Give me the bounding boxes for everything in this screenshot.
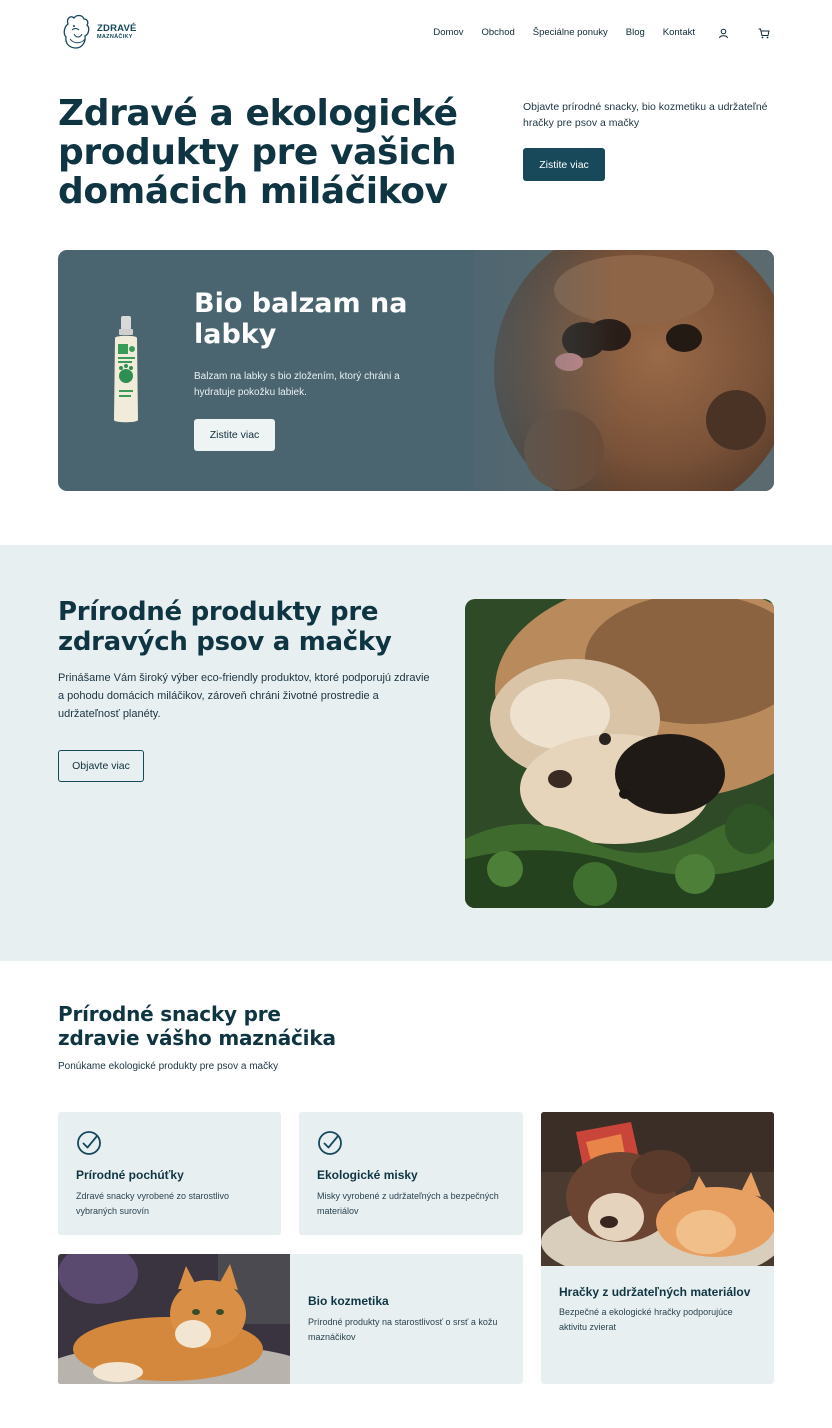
card-description: Zdravé snacky vyrobené zo starostlivo vy…: [76, 1191, 230, 1216]
card-title: Hračky z udržateľných materiálov: [559, 1285, 751, 1299]
balm-bottle-image: [114, 316, 138, 423]
card-description: Prírodné produkty na starostlivosť o srs…: [308, 1317, 498, 1342]
hero-title: Zdravé a ekologické produkty pre vašich …: [58, 93, 458, 212]
brand-name: ZDRAVÉ: [97, 22, 137, 34]
dog-and-cat-sleeping-photo: [541, 1112, 774, 1282]
nav-item-domov[interactable]: Domov: [433, 27, 463, 38]
nav-item-obchod[interactable]: Obchod: [481, 27, 514, 38]
feature-card-bio-cosmetics[interactable]: Bio kozmetika Prírodné produkty na staro…: [58, 1254, 523, 1384]
card-title: Bio kozmetika: [308, 1294, 389, 1308]
hero-description: Objavte prírodné snacky, bio kozmetiku a…: [523, 101, 768, 129]
dog-logo-icon: [63, 14, 90, 49]
check-circle-icon: [77, 1131, 101, 1155]
promo-banner: Bio balzam na labky Balzam na labky s bi…: [58, 250, 774, 491]
nav-item-specialne-ponuky[interactable]: Špeciálne ponuky: [533, 27, 608, 38]
nav-item-kontakt[interactable]: Kontakt: [663, 27, 695, 38]
brand-logo[interactable]: ZDRAVÉ MAZNÁČIKY: [62, 12, 137, 52]
banner-description: Balzam na labky s bio zložením, ktorý ch…: [194, 371, 400, 398]
cat-and-dog-photo: [465, 599, 774, 908]
banner-title: Bio balzam na labky: [194, 288, 408, 350]
banner-cta-button[interactable]: Zistite viac: [194, 419, 275, 451]
natural-products-section: Prírodné produkty pre zdravých psov a ma…: [0, 545, 832, 961]
cart-icon[interactable]: [757, 26, 771, 40]
card-title: Prírodné pochúťky: [76, 1168, 184, 1182]
snacks-title: Prírodné snacky pre zdravie vášho maznáč…: [58, 1002, 336, 1050]
natural-description: Prinášame Vám široký výber eco-friendly …: [58, 672, 430, 720]
hero-cta-button[interactable]: Zistite viac: [523, 148, 605, 181]
feature-card-eco-bowls[interactable]: Ekologické misky Misky vyrobené z udržat…: [299, 1112, 523, 1235]
card-title: Ekologické misky: [317, 1168, 418, 1182]
natural-cta-button[interactable]: Objavte viac: [58, 750, 144, 782]
user-icon[interactable]: [716, 26, 730, 40]
site-header: ZDRAVÉ MAZNÁČIKY Domov Obchod Špeciálne …: [0, 0, 832, 68]
snacks-description: Ponúkame ekologické produkty pre psov a …: [58, 1061, 279, 1072]
ginger-cat-photo: [58, 1254, 318, 1384]
nav-item-blog[interactable]: Blog: [626, 27, 645, 38]
brand-subname: MAZNÁČIKY: [97, 34, 133, 40]
feature-card-natural-treats[interactable]: Prírodné pochúťky Zdravé snacky vyrobené…: [58, 1112, 281, 1235]
card-description: Bezpečné a ekologické hračky podporujúce…: [559, 1307, 733, 1332]
feature-card-sustainable-toys[interactable]: Hračky z udržateľných materiálov Bezpečn…: [541, 1112, 774, 1384]
check-circle-icon: [318, 1131, 342, 1155]
main-nav: Domov Obchod Špeciálne ponuky Blog Konta…: [433, 27, 695, 38]
natural-title: Prírodné produkty pre zdravých psov a ma…: [58, 597, 392, 657]
card-description: Misky vyrobené z udržateľných a bezpečný…: [317, 1191, 499, 1216]
